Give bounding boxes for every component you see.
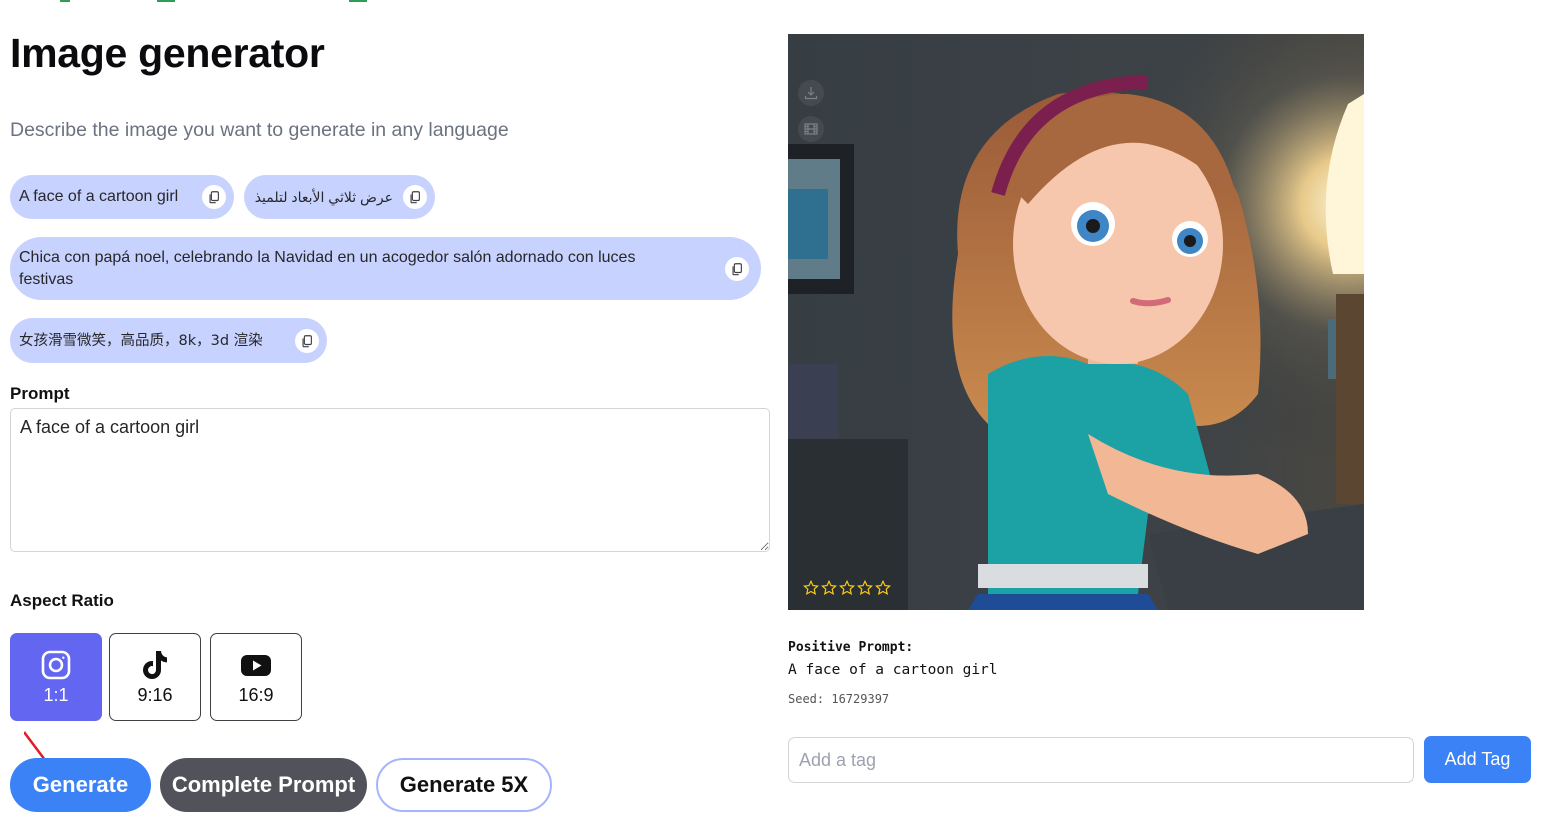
example-chip[interactable]: عرض ثلاثي الأبعاد لتلميذ: [244, 175, 435, 219]
seed-value: Seed: 16729397: [788, 692, 890, 706]
instagram-icon: [41, 650, 71, 679]
aspect-ratio-9-16-button[interactable]: 9:16: [109, 633, 201, 721]
aspect-ratio-label: Aspect Ratio: [10, 591, 114, 610]
example-chip-text: A face of a cartoon girl: [19, 188, 179, 205]
example-chip[interactable]: Chica con papá noel, celebrando la Navid…: [10, 237, 761, 300]
copy-icon[interactable]: [725, 256, 749, 281]
generated-image-illustration: [788, 34, 1364, 610]
prompt-label: Prompt: [10, 384, 70, 403]
copy-icon[interactable]: [202, 185, 226, 209]
tiktok-icon: [143, 650, 167, 679]
star-icon[interactable]: [875, 580, 891, 596]
tag-input[interactable]: [788, 737, 1414, 783]
star-icon[interactable]: [839, 580, 855, 596]
copy-icon[interactable]: [403, 185, 427, 209]
film-icon: [804, 123, 818, 135]
aspect-ratio-option-label: 1:1: [43, 684, 69, 705]
star-icon[interactable]: [857, 580, 873, 596]
page-subtitle: Describe the image you want to generate …: [10, 119, 509, 141]
positive-prompt-value: A face of a cartoon girl: [788, 662, 998, 678]
aspect-ratio-16-9-button[interactable]: 16:9: [210, 633, 302, 721]
example-chip-text: 女孩滑雪微笑，高品质，8k，3d 渲染: [19, 332, 263, 349]
generated-image: [788, 34, 1364, 610]
top-scroll-remnant: [0, 0, 1565, 4]
aspect-ratio-option-label: 16:9: [238, 684, 274, 705]
star-icon[interactable]: [803, 580, 819, 596]
example-chip[interactable]: 女孩滑雪微笑，高品质，8k，3d 渲染: [10, 318, 327, 363]
generate-5x-button[interactable]: Generate 5X: [376, 758, 552, 812]
generate-button[interactable]: Generate: [10, 758, 151, 812]
video-button[interactable]: [798, 116, 824, 142]
prompt-textarea[interactable]: [10, 408, 770, 552]
example-chip-text: Chica con papá noel, celebrando la Navid…: [19, 248, 636, 288]
download-button[interactable]: [798, 80, 824, 106]
youtube-icon: [241, 654, 271, 676]
rating-stars[interactable]: [803, 580, 891, 596]
positive-prompt-label: Positive Prompt:: [788, 640, 914, 655]
example-chip-text: عرض ثلاثي الأبعاد لتلميذ: [254, 189, 393, 205]
aspect-ratio-option-label: 9:16: [137, 684, 173, 705]
star-icon[interactable]: [821, 580, 837, 596]
example-chip[interactable]: A face of a cartoon girl: [10, 175, 234, 219]
complete-prompt-button[interactable]: Complete Prompt: [160, 758, 367, 812]
aspect-ratio-1-1-button[interactable]: 1:1: [10, 633, 102, 721]
copy-icon[interactable]: [295, 328, 319, 353]
download-icon: [804, 87, 818, 100]
page-title: Image generator: [10, 30, 325, 76]
add-tag-button[interactable]: Add Tag: [1424, 736, 1531, 783]
